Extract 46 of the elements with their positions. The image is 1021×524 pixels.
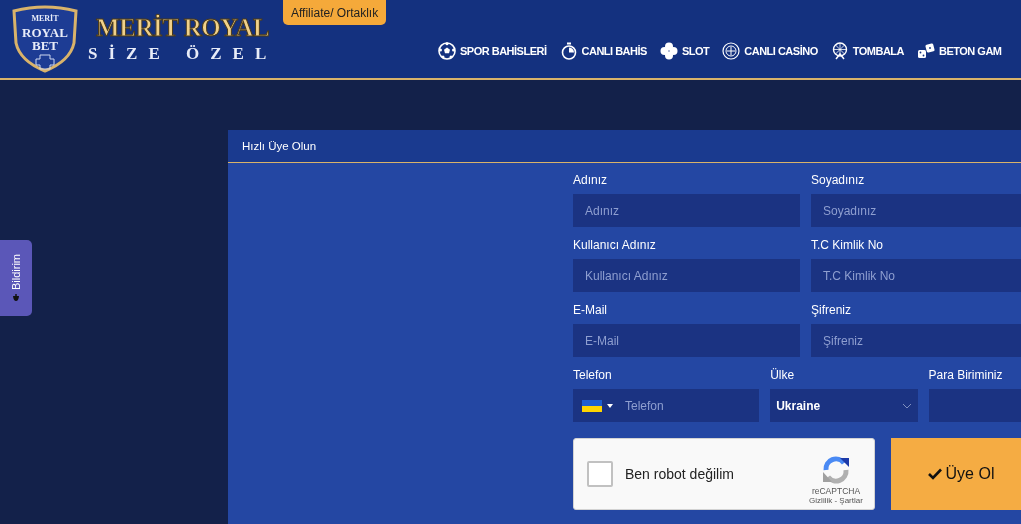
field-label: Soyadınız: [811, 173, 866, 187]
nav-link[interactable]: SLOT: [659, 42, 710, 60]
text-field[interactable]: Soyadınız: [811, 194, 1021, 227]
field-label: Kullanıcı Adınız: [573, 238, 657, 252]
shield-logo: MERİT ROYAL BET: [10, 5, 80, 73]
nav-link[interactable]: CANLI CASİNO: [722, 42, 818, 60]
panel-title: Hızlı Üye Olun: [242, 140, 317, 152]
stopwatch-icon: [559, 42, 578, 60]
roulette-icon: [722, 42, 741, 60]
notification-tab[interactable]: Bildirim: [0, 240, 32, 316]
nav-link[interactable]: TOMBALA: [830, 42, 904, 60]
field-label: E-Mail: [573, 303, 608, 317]
brand-title: MERİT ROYAL: [96, 14, 270, 42]
field-label: Adınız: [573, 173, 609, 187]
phone-field[interactable]: Telefon: [573, 389, 760, 422]
field-label: Şifreniz: [811, 303, 852, 317]
bell-icon: [12, 294, 20, 303]
affiliate-button[interactable]: Affiliate/ Ortaklık: [283, 0, 387, 25]
field-label: T.C Kimlik No: [811, 238, 884, 252]
check-icon: [927, 468, 942, 480]
wheel-icon: [830, 42, 849, 60]
captcha-label: Ben robot değilim: [625, 466, 735, 482]
currency-select[interactable]: [928, 389, 1021, 422]
nav-link[interactable]: CANLI BAHİS: [559, 42, 647, 60]
nav-link[interactable]: BETON GAM: [917, 42, 1002, 60]
text-field[interactable]: Şifreniz: [811, 324, 1021, 357]
text-field[interactable]: Kullanıcı Adınız: [573, 259, 800, 292]
field-label: Para Biriminiz: [928, 368, 1004, 382]
flag-dropdown-icon[interactable]: [582, 400, 616, 412]
captcha-checkbox[interactable]: [587, 461, 613, 487]
captcha-brand: reCAPTCHA: [811, 485, 861, 496]
football-icon: [438, 42, 456, 60]
dice-icon: [917, 42, 935, 60]
register-button[interactable]: Üye Ol: [891, 438, 1021, 510]
refresh-arrows-icon: [820, 453, 852, 486]
privacy-terms-link[interactable]: Gizlilik - Şartlar: [809, 495, 863, 505]
text-field[interactable]: T.C Kimlik No: [811, 259, 1021, 292]
brand-subtitle: SİZE ÖZEL: [88, 44, 278, 64]
chevron-down-icon: [901, 402, 912, 409]
text-field[interactable]: Adınız: [573, 194, 800, 227]
text-field[interactable]: E-Mail: [573, 324, 800, 357]
field-label: Ülke: [770, 368, 796, 382]
nav-link[interactable]: SPOR BAHİSLERİ: [438, 42, 547, 60]
country-select[interactable]: Ukraine: [770, 389, 918, 422]
field-label: Telefon: [573, 368, 613, 382]
clover-icon: [659, 42, 678, 60]
